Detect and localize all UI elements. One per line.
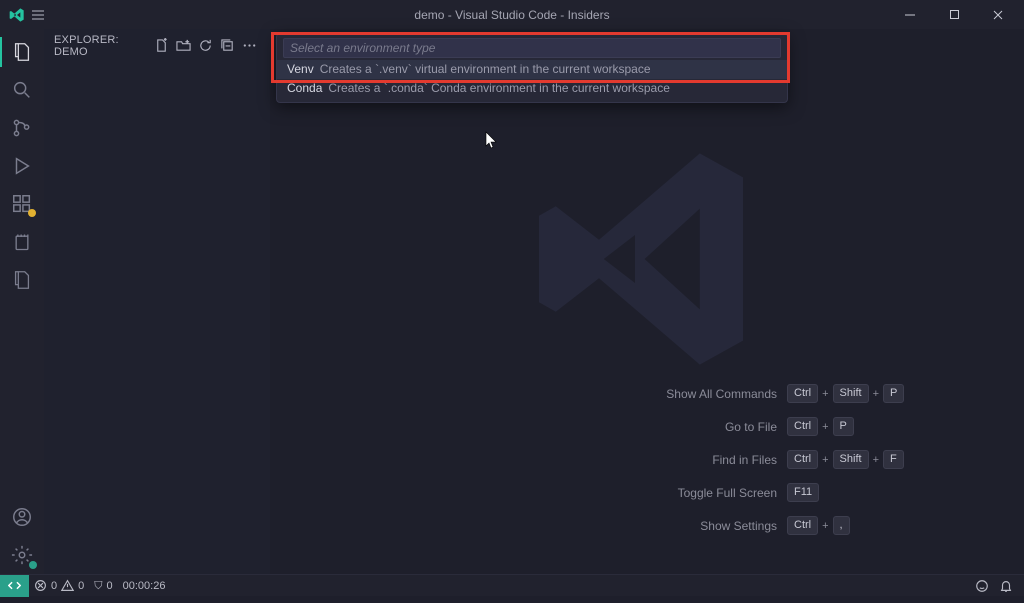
title-bar: demo - Visual Studio Code - Insiders	[0, 0, 1024, 29]
shortcut-row: Show All Commands Ctrl+Shift+P	[387, 384, 907, 403]
more-icon[interactable]	[238, 35, 260, 57]
editor-area: Show All Commands Ctrl+Shift+P Go to File C…	[270, 29, 1024, 574]
account-icon[interactable]	[0, 498, 44, 536]
quick-input-field[interactable]	[283, 38, 781, 58]
warning-count: 0	[78, 580, 84, 592]
shortcut-row: Find in Files Ctrl+Shift+F	[387, 450, 907, 469]
shortcut-row: Toggle Full Screen F11	[387, 483, 907, 502]
shortcut-keys: F11	[787, 483, 907, 502]
quick-input-text[interactable]	[290, 41, 774, 55]
vscode-insiders-icon	[4, 7, 30, 23]
ports-status[interactable]: ⛉ 0	[89, 575, 117, 597]
screencast-timer[interactable]: 00:00:26	[118, 575, 171, 597]
key: P	[883, 384, 904, 403]
shortcut-keys: Ctrl+Shift+F	[787, 450, 907, 469]
key: Ctrl	[787, 384, 818, 403]
qi-item-name: Conda	[287, 81, 322, 95]
shortcut-label: Find in Files	[387, 453, 777, 467]
shortcut-row: Go to File Ctrl+P	[387, 417, 907, 436]
menu-icon[interactable]	[30, 7, 46, 23]
source-control-icon[interactable]	[0, 109, 44, 147]
key: F	[883, 450, 904, 469]
extensions-icon[interactable]	[0, 185, 44, 223]
problems-status[interactable]: 0 0	[29, 575, 89, 597]
maximize-button[interactable]	[932, 0, 976, 29]
search-icon[interactable]	[0, 71, 44, 109]
timer-text: 00:00:26	[123, 580, 166, 592]
shortcut-label: Show All Commands	[387, 387, 777, 401]
qi-item-desc: Creates a `.conda` Conda environment in …	[328, 81, 670, 95]
quick-input: Venv Creates a `.venv` virtual environme…	[276, 33, 788, 103]
new-file-icon[interactable]	[150, 35, 172, 57]
broadcast-icon: ⛉	[94, 579, 102, 593]
explorer-header: EXPLORER: DEMO	[44, 29, 270, 62]
key: Shift	[833, 384, 869, 403]
run-debug-icon[interactable]	[0, 147, 44, 185]
key: P	[833, 417, 854, 436]
refresh-icon[interactable]	[194, 35, 216, 57]
quick-input-item-venv[interactable]: Venv Creates a `.venv` virtual environme…	[277, 60, 787, 79]
error-count: 0	[51, 580, 57, 592]
shortcut-label: Go to File	[387, 420, 777, 434]
vscode-watermark-icon	[527, 139, 767, 379]
ports-count: 0	[107, 580, 113, 592]
shortcut-keys: Ctrl+Shift+P	[787, 384, 907, 403]
notifications-icon[interactable]	[994, 575, 1018, 597]
badge-dot	[28, 209, 36, 217]
close-button[interactable]	[976, 0, 1020, 29]
shortcut-row: Show Settings Ctrl+,	[387, 516, 907, 535]
settings-gear-icon[interactable]	[0, 536, 44, 574]
key: Shift	[833, 450, 869, 469]
shortcut-keys: Ctrl+P	[787, 417, 907, 436]
notebook-icon[interactable]	[0, 223, 44, 261]
key: ,	[833, 516, 850, 535]
qi-item-name: Venv	[287, 62, 314, 76]
minimize-button[interactable]	[888, 0, 932, 29]
shortcut-label: Show Settings	[387, 519, 777, 533]
new-folder-icon[interactable]	[172, 35, 194, 57]
key: Ctrl	[787, 417, 818, 436]
key: Ctrl	[787, 516, 818, 535]
window-title: demo - Visual Studio Code - Insiders	[0, 8, 1024, 22]
explorer-title: EXPLORER: DEMO	[54, 34, 150, 58]
shortcut-keys: Ctrl+,	[787, 516, 907, 535]
collapse-all-icon[interactable]	[216, 35, 238, 57]
feedback-icon[interactable]	[970, 575, 994, 597]
explorer-sidebar: EXPLORER: DEMO	[44, 29, 270, 574]
remote-indicator[interactable]	[0, 575, 29, 597]
qi-item-desc: Creates a `.venv` virtual environment in…	[320, 62, 651, 76]
key: Ctrl	[787, 450, 818, 469]
welcome-shortcuts: Show All Commands Ctrl+Shift+P Go to File C…	[270, 384, 1024, 535]
status-bar: 0 0 ⛉ 0 00:00:26	[0, 574, 1024, 596]
badge-dot	[29, 561, 37, 569]
quick-input-item-conda[interactable]: Conda Creates a `.conda` Conda environme…	[277, 79, 787, 98]
key: F11	[787, 483, 819, 502]
remote-explorer-icon[interactable]	[0, 261, 44, 299]
shortcut-label: Toggle Full Screen	[387, 486, 777, 500]
explorer-icon[interactable]	[0, 33, 44, 71]
activity-bar	[0, 29, 44, 574]
